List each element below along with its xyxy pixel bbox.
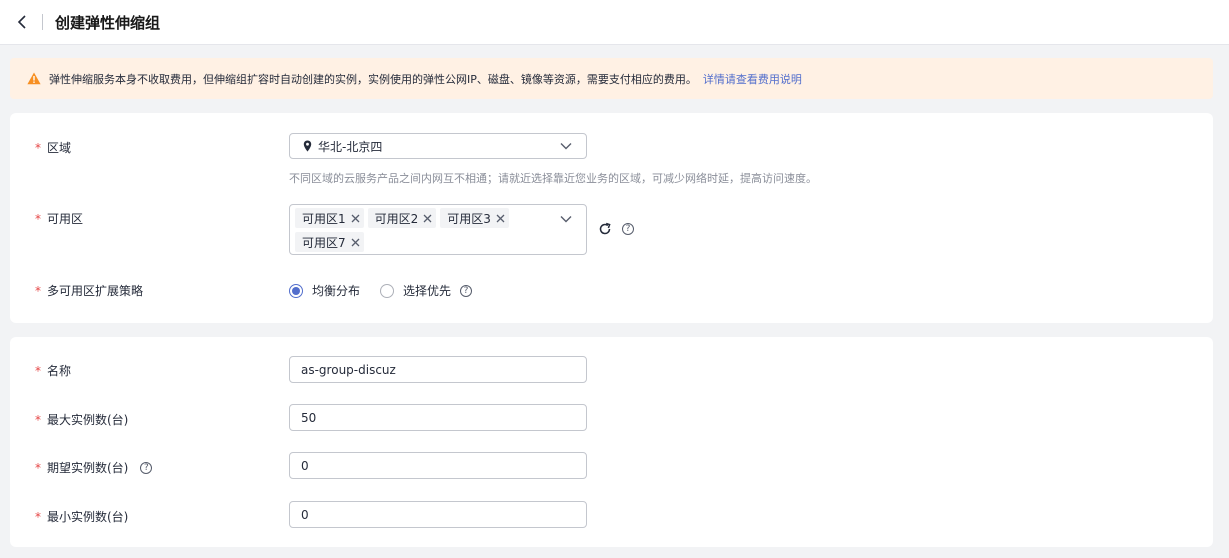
strategy-radio-group: 均衡分布 选择优先 ? [289, 282, 473, 299]
page-title: 创建弹性伸缩组 [55, 13, 161, 32]
desired-instances-label: * 期望实例数(台) ? [35, 459, 153, 476]
close-icon[interactable] [496, 214, 505, 223]
radio-label: 均衡分布 [312, 284, 361, 298]
name-input[interactable] [289, 356, 587, 383]
chevron-down-icon [560, 216, 572, 223]
required-star: * [35, 140, 41, 155]
desired-instances-input[interactable] [289, 452, 587, 479]
radio-balanced[interactable]: 均衡分布 [289, 282, 360, 299]
notice-text: 弹性伸缩服务本身不收取费用，但伸缩组扩容时自动创建的实例，实例使用的弹性公网IP… [49, 72, 697, 86]
region-hint: 不同区域的云服务产品之间内网互不相通；请就近选择靠近您业务的区域，可减少网络时延… [289, 172, 817, 185]
radio-priority[interactable]: 选择优先 [380, 282, 451, 299]
fee-details-link[interactable]: 详情请查看费用说明 [703, 71, 802, 87]
refresh-icon[interactable] [598, 222, 612, 236]
radio-label: 选择优先 [403, 284, 452, 298]
help-icon[interactable]: ? [622, 223, 634, 235]
required-star: * [35, 283, 41, 298]
region-value: 华北-北京四 [318, 139, 383, 154]
region-card: * 区域 华北-北京四 不同区域的云服务产品之间内网互不相通；请就近选择靠近您业… [10, 113, 1213, 323]
az-label: * 可用区 [35, 211, 84, 227]
help-icon[interactable]: ? [460, 284, 473, 297]
az-tag: 可用区2 [367, 208, 437, 228]
location-pin-icon [303, 140, 312, 152]
close-icon[interactable] [351, 238, 360, 247]
strategy-label: * 多可用区扩展策略 [35, 283, 144, 299]
az-tag: 可用区7 [295, 232, 364, 252]
radio-selected-icon [289, 283, 303, 298]
region-label: * 区域 [35, 140, 72, 156]
min-instances-input[interactable] [289, 501, 587, 528]
back-arrow-icon[interactable] [14, 14, 30, 30]
max-instances-input[interactable] [289, 404, 587, 431]
close-icon[interactable] [351, 214, 360, 223]
fee-notice: 弹性伸缩服务本身不收取费用，但伸缩组扩容时自动创建的实例，实例使用的弹性公网IP… [10, 58, 1213, 99]
warning-icon [27, 72, 41, 85]
group-config-card: * 名称 * 最大实例数(台) * 期望实例数(台) ? * 最小实例数(台) [10, 337, 1213, 547]
az-tag: 可用区3 [440, 208, 509, 228]
max-instances-label: * 最大实例数(台) [35, 412, 129, 428]
required-star: * [35, 211, 41, 226]
az-multiselect[interactable]: 可用区1 可用区2 可用区3 可用区7 [289, 204, 587, 255]
min-instances-label: * 最小实例数(台) [35, 509, 129, 525]
close-icon[interactable] [423, 214, 432, 223]
divider [42, 14, 43, 30]
required-star: * [35, 509, 41, 524]
chevron-down-icon [560, 143, 572, 150]
radio-unselected-icon [380, 283, 395, 298]
required-star: * [35, 412, 41, 427]
az-tag: 可用区1 [295, 208, 364, 228]
required-star: * [35, 460, 41, 475]
name-label: * 名称 [35, 363, 72, 379]
region-select[interactable]: 华北-北京四 [289, 133, 587, 159]
help-icon[interactable]: ? [140, 461, 153, 474]
required-star: * [35, 363, 41, 378]
top-bar: 创建弹性伸缩组 [0, 0, 1229, 45]
